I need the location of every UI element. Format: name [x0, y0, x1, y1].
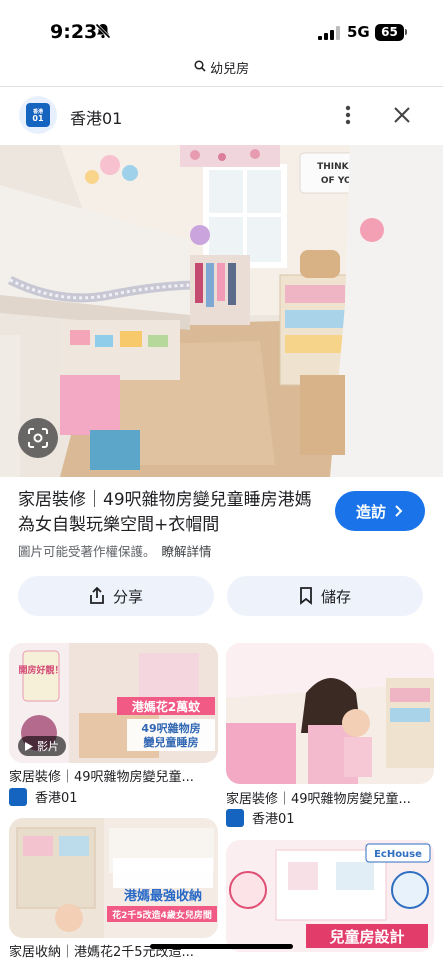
related-title-1[interactable]: 家居裝修｜49呎雜物房變兒童...	[9, 766, 219, 785]
battery-tip	[405, 29, 407, 35]
save-label: 儲存	[320, 587, 351, 606]
card4-brand: EcHouse	[374, 849, 422, 860]
visit-button[interactable]: 造訪	[335, 491, 425, 531]
copyright-note: 圖片可能受著作權保護。 瞭解詳情	[18, 541, 212, 560]
lens-icon	[28, 428, 48, 448]
source-mini-logo	[9, 787, 27, 806]
divider	[0, 86, 443, 87]
search-icon	[194, 59, 206, 76]
home-indicator[interactable]	[150, 944, 293, 949]
status-bar: 9:23 5G 65	[0, 0, 443, 58]
search-query-text: 幼兒房	[210, 62, 250, 77]
svg-text:01: 01	[32, 114, 44, 123]
related-title-2[interactable]: 家居裝修｜49呎雜物房變兒童...	[226, 788, 434, 807]
close-button[interactable]	[388, 101, 416, 129]
learn-more-link[interactable]: 瞭解詳情	[162, 544, 212, 559]
search-query-bar[interactable]: 幼兒房	[0, 58, 443, 83]
more-options-button[interactable]	[334, 101, 362, 129]
source-logo[interactable]: 香港 01	[19, 96, 57, 134]
result-title[interactable]: 家居裝修｜49呎雜物房變兒童睡房港媽為女自製玩樂空間+衣帽間	[18, 488, 328, 538]
signal-icon	[318, 25, 342, 44]
card3-overlay2: 花2千5改造4歲女兒房間	[112, 909, 212, 921]
card1-overlay1: 港媽花2萬蚊	[132, 699, 201, 714]
card1-overlay2: 49呎雜物房	[141, 721, 200, 735]
related-image-4[interactable]: EcHouse 兒童房設計	[226, 840, 434, 952]
bookmark-icon	[300, 587, 312, 605]
play-icon	[25, 741, 33, 751]
related-source-1-name: 香港01	[35, 791, 78, 806]
copyright-text: 圖片可能受著作權保護。	[18, 544, 156, 559]
video-badge-label: 影片	[37, 740, 59, 753]
video-badge: 影片	[18, 736, 66, 756]
card1-tag: 開房好靚！	[18, 664, 63, 676]
battery-icon: 65	[375, 24, 404, 41]
visit-label: 造訪	[355, 502, 386, 521]
related-source-1[interactable]: 香港01	[9, 787, 78, 806]
share-button[interactable]: 分享	[18, 576, 214, 616]
source-mini-logo	[226, 808, 244, 827]
bell-muted-icon	[94, 22, 112, 44]
share-icon	[90, 587, 104, 604]
card3-overlay1: 港媽最強收納	[124, 888, 202, 904]
status-time: 9:23	[50, 21, 98, 43]
card4-overlay1: 兒童房設計	[329, 928, 404, 946]
result-image[interactable]: THINKING OF YOU!	[0, 145, 443, 477]
chevron-right-icon	[395, 505, 403, 517]
related-image-3[interactable]: 港媽最強收納 花2千5改造4歲女兒房間	[9, 818, 218, 938]
card1-overlay3: 變兒童睡房	[144, 735, 199, 749]
save-button[interactable]: 儲存	[227, 576, 423, 616]
related-image-2[interactable]	[226, 643, 434, 784]
lens-search-button[interactable]	[18, 418, 58, 458]
source-logo-mark: 香港 01	[26, 103, 50, 127]
close-icon	[394, 107, 410, 123]
related-source-2-name: 香港01	[252, 812, 295, 827]
network-label: 5G	[347, 23, 370, 41]
share-label: 分享	[112, 587, 143, 606]
more-vert-icon	[345, 105, 351, 125]
related-source-2[interactable]: 香港01	[226, 808, 295, 827]
source-name[interactable]: 香港01	[70, 105, 122, 129]
